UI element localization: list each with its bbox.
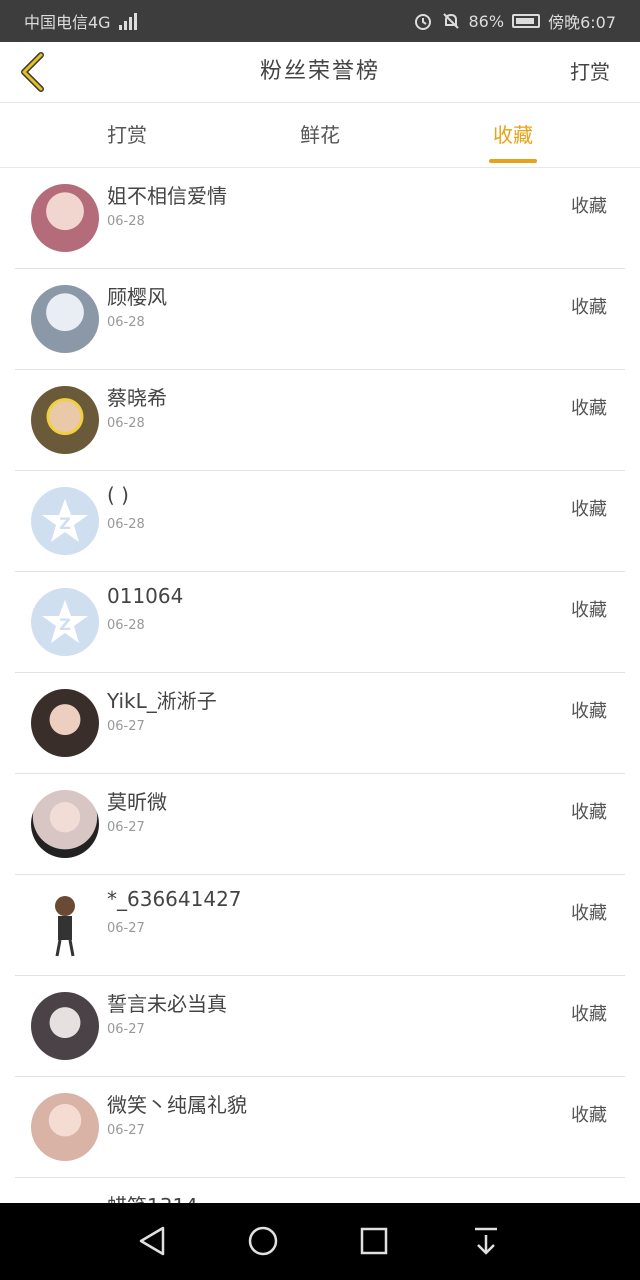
- action-label: 收藏: [571, 196, 607, 217]
- default-avatar-icon[interactable]: Z: [31, 588, 99, 656]
- pull-down-icon: [475, 1227, 497, 1255]
- fan-list[interactable]: 姐不相信爱情 06-28 收藏 顾樱风 06-28 收藏 蔡晓希 06-28 收…: [0, 168, 640, 1203]
- tab-reward[interactable]: 打赏: [67, 103, 187, 167]
- signal-icon: [118, 12, 137, 30]
- date-label: 06-28: [107, 315, 145, 330]
- date-label: 06-27: [107, 820, 145, 835]
- list-item[interactable]: Z 011064 06-28 收藏: [15, 572, 625, 673]
- avatar[interactable]: [31, 1194, 99, 1203]
- action-label: 收藏: [571, 1105, 607, 1126]
- avatar[interactable]: [31, 386, 99, 454]
- user-name: 莫昕微: [107, 790, 167, 814]
- action-label: 收藏: [571, 903, 607, 924]
- battery-icon: [512, 14, 541, 28]
- battery-percent: 86%: [468, 11, 505, 31]
- list-item[interactable]: 微笑丶纯属礼貌 06-27 收藏: [15, 1077, 625, 1178]
- date-label: 06-27: [107, 921, 145, 936]
- tab-label: 鲜花: [300, 123, 340, 147]
- avatar[interactable]: [31, 285, 99, 353]
- avatar[interactable]: [31, 184, 99, 252]
- avatar[interactable]: [31, 689, 99, 757]
- status-bar: 中国电信4G 86% 傍晚6:07: [0, 0, 640, 42]
- circle-home-icon: [248, 1226, 278, 1256]
- date-label: 06-27: [107, 1123, 145, 1138]
- user-name: ( ): [107, 483, 129, 507]
- list-item[interactable]: 姐不相信爱情 06-28 收藏: [15, 168, 625, 269]
- tab-favorites[interactable]: 收藏: [453, 103, 573, 167]
- system-nav-bar: [0, 1203, 640, 1280]
- avatar[interactable]: [31, 992, 99, 1060]
- list-item[interactable]: 莫昕微 06-27 收藏: [15, 774, 625, 875]
- list-item[interactable]: Z ( ) 06-28 收藏: [15, 471, 625, 572]
- tab-label: 打赏: [107, 123, 147, 147]
- square-recents-icon: [360, 1227, 388, 1255]
- recents-nav-button[interactable]: [354, 1221, 394, 1261]
- nav-bar: 粉丝荣誉榜 打赏: [0, 42, 640, 103]
- user-name: 顾樱风: [107, 285, 167, 309]
- user-name: 姐不相信爱情: [107, 184, 227, 208]
- tab-flowers[interactable]: 鲜花: [260, 103, 380, 167]
- mute-bell-icon: [442, 13, 459, 29]
- tab-label: 收藏: [493, 123, 533, 147]
- list-item[interactable]: 蜡笔1314 收藏: [15, 1178, 625, 1203]
- list-item[interactable]: 誓言未必当真 06-27 收藏: [15, 976, 625, 1077]
- avatar[interactable]: [31, 891, 99, 959]
- back-nav-button[interactable]: [132, 1221, 172, 1261]
- alarm-icon: [414, 14, 431, 30]
- reward-button[interactable]: 打赏: [570, 42, 610, 102]
- user-name: 蜡笔1314: [107, 1190, 198, 1203]
- home-nav-button[interactable]: [243, 1221, 283, 1261]
- tab-bar: 打赏 鲜花 收藏: [0, 103, 640, 168]
- action-label: 收藏: [571, 802, 607, 823]
- status-right: 86% 傍晚6:07: [413, 9, 616, 33]
- avatar[interactable]: [31, 790, 99, 858]
- action-label: 收藏: [571, 701, 607, 722]
- list-item[interactable]: *_636641427 06-27 收藏: [15, 875, 625, 976]
- default-avatar-icon[interactable]: Z: [31, 487, 99, 555]
- action-label: 收藏: [571, 600, 607, 621]
- user-name: 011064: [107, 584, 184, 608]
- svg-text:Z: Z: [59, 615, 71, 634]
- user-name: 蔡晓希: [107, 386, 167, 410]
- date-label: 06-27: [107, 1022, 145, 1037]
- avatar[interactable]: [31, 1093, 99, 1161]
- user-name: 微笑丶纯属礼貌: [107, 1093, 247, 1117]
- user-name: YikL_淅淅子: [107, 689, 217, 713]
- date-label: 06-28: [107, 618, 145, 633]
- list-item[interactable]: 顾樱风 06-28 收藏: [15, 269, 625, 370]
- status-left: 中国电信4G: [24, 9, 137, 33]
- active-tab-indicator: [489, 159, 537, 163]
- date-label: 06-27: [107, 719, 145, 734]
- action-label: 收藏: [571, 398, 607, 419]
- action-label: 收藏: [571, 499, 607, 520]
- date-label: 06-28: [107, 517, 145, 532]
- list-item[interactable]: 蔡晓希 06-28 收藏: [15, 370, 625, 471]
- clock: 傍晚6:07: [548, 13, 616, 32]
- action-label: 收藏: [571, 297, 607, 318]
- triangle-back-icon: [139, 1226, 165, 1256]
- list-item[interactable]: YikL_淅淅子 06-27 收藏: [15, 673, 625, 774]
- date-label: 06-28: [107, 214, 145, 229]
- action-label: 收藏: [571, 1004, 607, 1025]
- user-name: *_636641427: [107, 887, 242, 911]
- user-name: 誓言未必当真: [107, 992, 227, 1016]
- notification-pull-button[interactable]: [466, 1221, 506, 1261]
- date-label: 06-28: [107, 416, 145, 431]
- svg-text:Z: Z: [59, 514, 71, 533]
- carrier-label: 中国电信4G: [24, 13, 111, 32]
- page-title: 粉丝荣誉榜: [259, 59, 380, 84]
